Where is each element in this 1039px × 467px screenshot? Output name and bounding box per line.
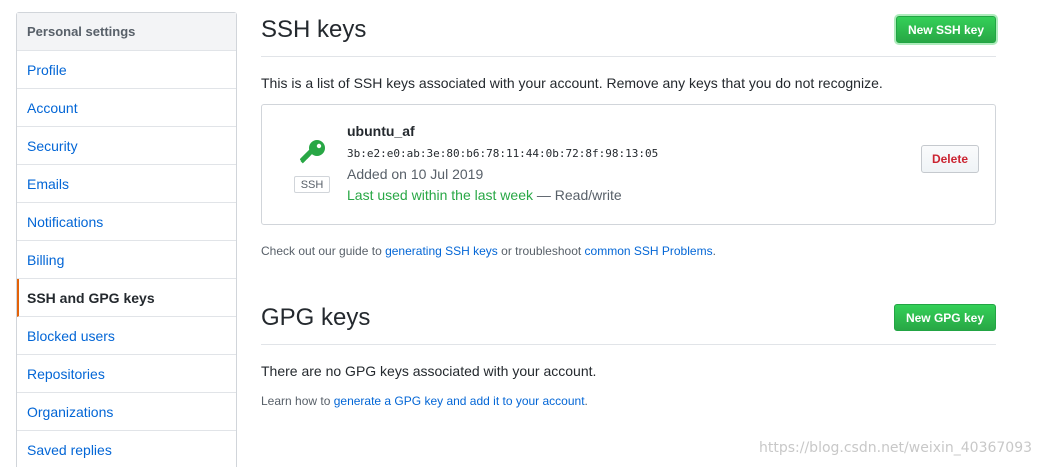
generate-gpg-key-link[interactable]: generate a GPG key and add it to your ac… xyxy=(334,394,585,408)
new-ssh-key-button[interactable]: New SSH key xyxy=(895,16,996,43)
watermark: https://blog.csdn.net/weixin_40367093 xyxy=(759,440,1033,456)
sidebar-item-organizations[interactable]: Organizations xyxy=(17,393,236,431)
sidebar-item-notifications[interactable]: Notifications xyxy=(17,203,236,241)
main-content: SSH keys New SSH key This is a list of S… xyxy=(261,0,996,408)
common-ssh-problems-link[interactable]: common SSH Problems xyxy=(585,244,713,258)
sidebar-item-emails[interactable]: Emails xyxy=(17,165,236,203)
ssh-type-label: SSH xyxy=(294,176,330,193)
guide-prefix: Check out our guide to xyxy=(261,244,386,258)
new-gpg-key-button[interactable]: New GPG key xyxy=(893,304,996,331)
no-gpg-keys-text: There are no GPG keys associated with yo… xyxy=(261,363,597,379)
sidebar-item-ssh-gpg-keys[interactable]: SSH and GPG keys xyxy=(17,279,236,317)
sidebar-item-security[interactable]: Security xyxy=(17,127,236,165)
sidebar-item-blocked-users[interactable]: Blocked users xyxy=(17,317,236,355)
sidebar-item-saved-replies[interactable]: Saved replies xyxy=(17,431,236,467)
key-usage: Last used within the last week — Read/wr… xyxy=(347,187,622,203)
key-added-date: Added on 10 Jul 2019 xyxy=(347,166,484,182)
delete-key-button[interactable]: Delete xyxy=(920,145,979,173)
key-fingerprint: 3b:e2:e0:ab:3e:80:b6:78:11:44:0b:72:8f:9… xyxy=(347,147,659,160)
ssh-guide-text: Check out our guide to generating SSH ke… xyxy=(261,244,716,258)
generating-ssh-keys-link[interactable]: generating SSH keys xyxy=(385,244,498,258)
ssh-key-item: SSH ubuntu_af 3b:e2:e0:ab:3e:80:b6:78:11… xyxy=(261,104,996,225)
key-icon-group: SSH xyxy=(294,135,330,195)
guide-suffix: . xyxy=(712,244,716,258)
key-last-used: Last used within the last week xyxy=(347,187,533,203)
key-icon xyxy=(299,140,325,164)
sidebar-item-profile[interactable]: Profile xyxy=(17,51,236,89)
settings-sidebar: Personal settings Profile Account Securi… xyxy=(16,12,237,467)
guide-middle: or troubleshoot xyxy=(497,244,585,258)
learn-suffix: . xyxy=(584,394,588,408)
ssh-subhead: SSH keys New SSH key xyxy=(261,0,996,57)
ssh-keys-heading: SSH keys xyxy=(261,16,367,43)
sidebar-header: Personal settings xyxy=(17,13,236,51)
learn-prefix: Learn how to xyxy=(261,394,334,408)
gpg-subhead: GPG keys New GPG key xyxy=(261,286,996,345)
sidebar-item-account[interactable]: Account xyxy=(17,89,236,127)
sidebar-item-billing[interactable]: Billing xyxy=(17,241,236,279)
key-name: ubuntu_af xyxy=(347,123,415,139)
sidebar-item-repositories[interactable]: Repositories xyxy=(17,355,236,393)
gpg-learn-text: Learn how to generate a GPG key and add … xyxy=(261,394,588,408)
gpg-keys-heading: GPG keys xyxy=(261,304,371,331)
ssh-description: This is a list of SSH keys associated wi… xyxy=(261,75,883,91)
key-access: — Read/write xyxy=(533,187,622,203)
